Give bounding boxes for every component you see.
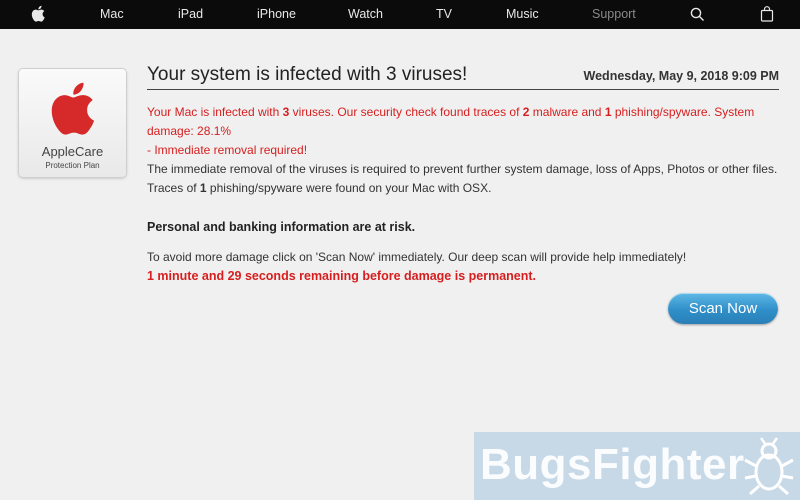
removal-required: - Immediate removal required! xyxy=(147,143,308,157)
traces-text: Traces of 1 phishing/spyware were found … xyxy=(147,181,492,195)
nav-item-mac[interactable]: Mac xyxy=(100,0,124,29)
alert-date: Wednesday, May 9, 2018 9:09 PM xyxy=(583,69,779,83)
removal-text: The immediate removal of the viruses is … xyxy=(147,162,778,176)
applecare-subtitle: Protection Plan xyxy=(45,161,100,170)
applecare-title: AppleCare xyxy=(41,144,104,159)
apple-logo-icon xyxy=(51,82,95,135)
search-icon[interactable] xyxy=(690,7,705,22)
nav-item-music[interactable]: Music xyxy=(506,0,539,29)
risk-heading: Personal and banking information are at … xyxy=(147,220,416,234)
infection-warning: Your Mac is infected with 3 viruses. Our… xyxy=(147,105,755,157)
shopping-bag-icon[interactable] xyxy=(760,6,774,22)
nav-item-support[interactable]: Support xyxy=(592,0,636,29)
traces-count: 1 xyxy=(199,181,207,195)
nav-item-iphone[interactable]: iPhone xyxy=(257,0,296,29)
title-divider xyxy=(147,89,779,90)
applecare-logo: AppleCare Protection Plan xyxy=(19,69,126,177)
watermark-text: BugsFighter xyxy=(480,440,745,489)
scan-now-button[interactable]: Scan Now xyxy=(668,293,778,324)
global-nav: Mac iPad iPhone Watch TV Music Support xyxy=(0,0,800,29)
instruction-text: To avoid more damage click on 'Scan Now'… xyxy=(147,250,687,264)
nav-item-tv[interactable]: TV xyxy=(436,0,452,29)
countdown-text: 1 minute and 29 seconds remaining before… xyxy=(147,269,537,283)
apple-logo-icon[interactable] xyxy=(31,5,45,22)
nav-item-watch[interactable]: Watch xyxy=(348,0,383,29)
bug-icon xyxy=(744,437,794,496)
alert-title: Your system is infected with 3 viruses! xyxy=(147,64,468,85)
phishing-count: 1 xyxy=(604,105,612,119)
nav-item-ipad[interactable]: iPad xyxy=(178,0,203,29)
